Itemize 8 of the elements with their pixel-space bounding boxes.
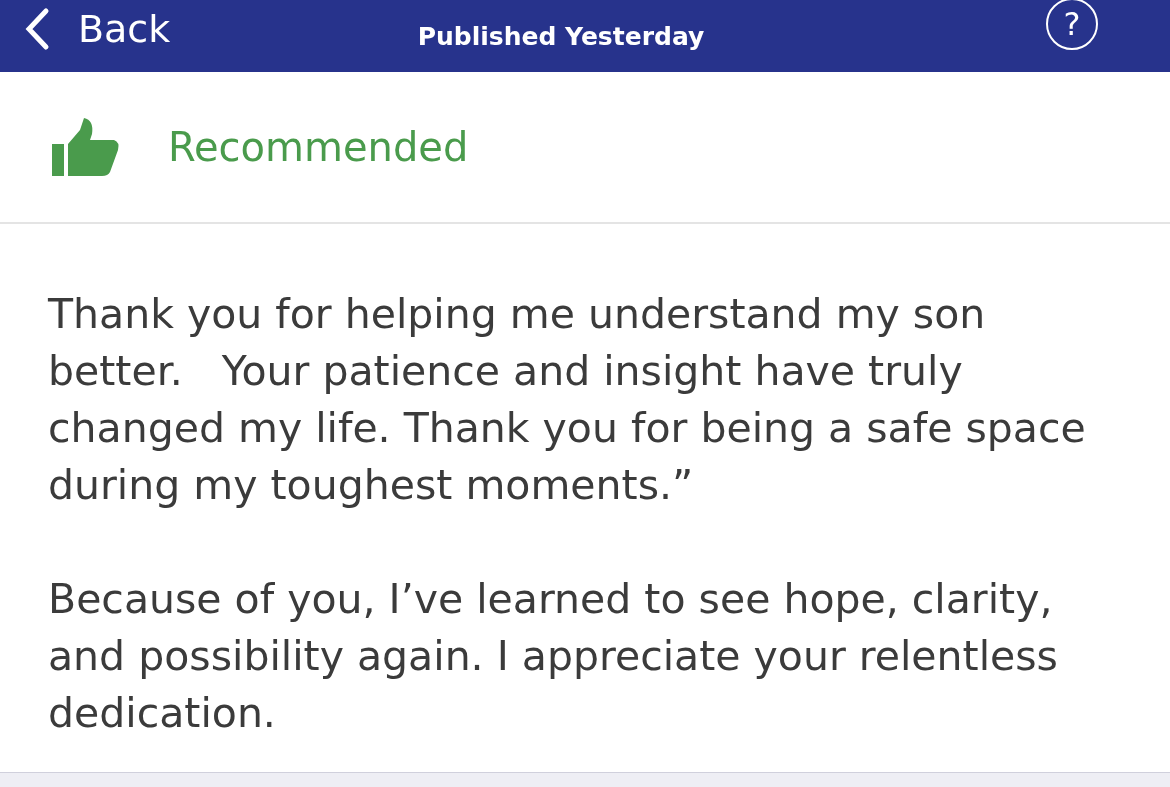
recommended-label: Recommended xyxy=(168,124,469,170)
chevron-left-icon xyxy=(24,7,50,51)
review-paragraph: Thank you for helping me understand my son better. Your patience and insight have truly changed my life. Thank you for being a safe space during my toughest moments.” xyxy=(48,289,1087,511)
thumbs-up-icon xyxy=(50,118,120,176)
page-title: Published Yesterday xyxy=(417,21,705,51)
review-paragraph: Because of you, I’ve learned to see hope, clarity, and possibility again. I appreciate your relentless dedication. xyxy=(48,574,1059,739)
help-button[interactable]: ? xyxy=(1046,0,1098,50)
back-button[interactable]: Back xyxy=(24,7,171,51)
